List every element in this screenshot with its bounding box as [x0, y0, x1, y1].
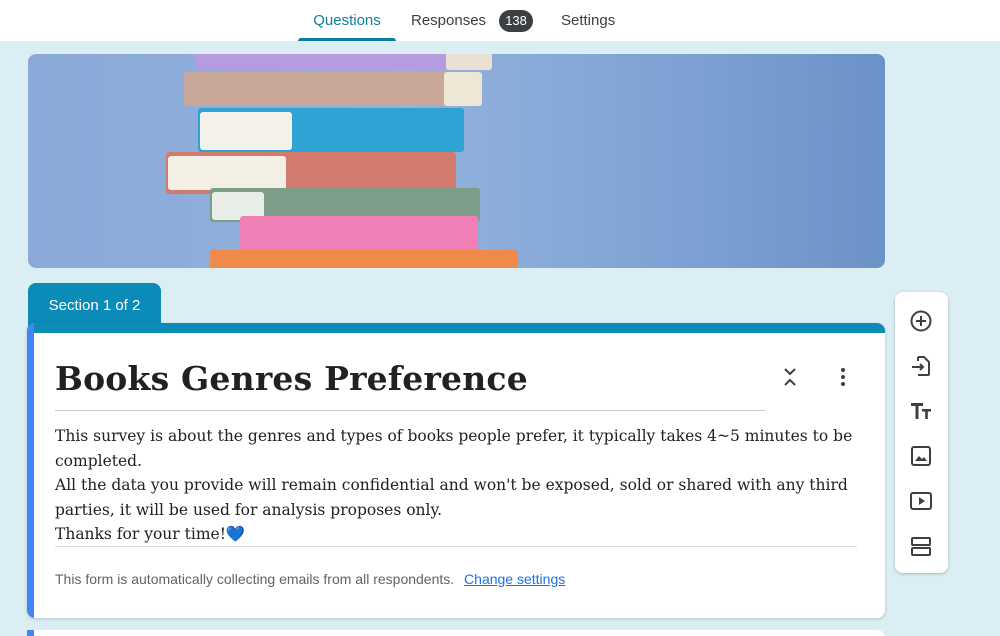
email-collection-notice: This form is automatically collecting em…	[55, 571, 565, 587]
active-tab-indicator	[298, 38, 396, 41]
book-red-pages	[168, 156, 286, 190]
tab-settings-label: Settings	[561, 12, 616, 29]
thanks-text: Thanks for your time!	[55, 525, 226, 543]
add-title-icon[interactable]	[908, 398, 934, 424]
form-header-card[interactable]: Books Genres Preference This survey is a…	[27, 323, 885, 618]
tab-questions[interactable]: Questions	[298, 0, 396, 41]
book-purple	[196, 54, 466, 70]
add-section-icon[interactable]	[908, 533, 934, 559]
blue-heart-icon: 💙	[225, 525, 246, 543]
header-image	[28, 54, 885, 268]
add-question-icon[interactable]	[908, 308, 934, 334]
description-line: This survey is about the genres and type…	[55, 427, 853, 445]
email-note-text: This form is automatically collecting em…	[55, 571, 455, 587]
title-underline	[55, 410, 765, 411]
next-question-card[interactable]	[27, 630, 885, 636]
collapse-section-icon[interactable]	[780, 365, 800, 389]
responses-count-badge: 138	[499, 9, 534, 32]
section-label: Section 1 of 2	[48, 297, 141, 314]
card-focus-bar	[27, 323, 34, 618]
card-accent-bar	[27, 323, 885, 333]
add-video-icon[interactable]	[908, 488, 934, 514]
add-image-icon[interactable]	[908, 443, 934, 469]
section-tab: Section 1 of 2	[28, 283, 161, 328]
book-tan	[184, 72, 474, 106]
tab-responses-label: Responses	[411, 12, 487, 29]
import-questions-icon[interactable]	[908, 353, 934, 379]
more-options-icon[interactable]	[833, 365, 853, 389]
book-tan-pages	[444, 72, 482, 106]
tab-questions-label: Questions	[313, 12, 381, 29]
top-nav: Questions Responses 138 Settings	[0, 0, 1000, 41]
description-divider	[55, 546, 857, 547]
description-line-thanks: Thanks for your time!💙	[55, 522, 845, 547]
tab-responses[interactable]: Responses 138	[411, 0, 534, 41]
book-orange	[210, 250, 518, 268]
book-blue-pages	[200, 112, 292, 150]
change-settings-link[interactable]: Change settings	[464, 571, 565, 587]
description-line: completed.	[55, 451, 143, 470]
form-title[interactable]: Books Genres Preference	[55, 359, 528, 398]
floating-toolbar	[895, 292, 948, 573]
book-purple-pages	[446, 54, 492, 70]
description-line: All the data you provide will remain con…	[55, 476, 848, 494]
form-description[interactable]: This survey is about the genres and type…	[55, 424, 853, 547]
description-line: parties, it will be used for analysis pr…	[55, 500, 443, 519]
tab-settings[interactable]: Settings	[561, 0, 615, 41]
next-card-focus-bar	[27, 630, 34, 636]
